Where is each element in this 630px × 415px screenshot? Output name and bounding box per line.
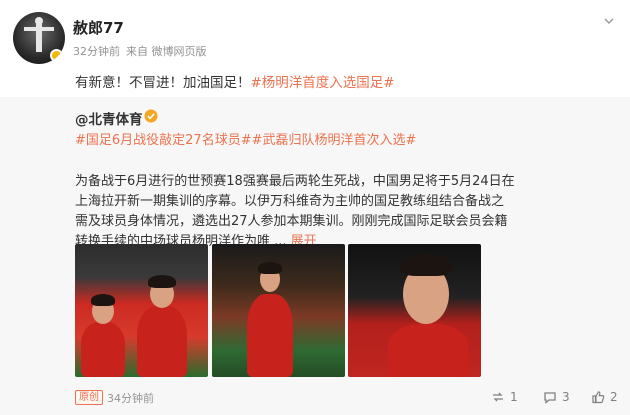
original-badge: 原创: [75, 390, 103, 405]
player-figure: [247, 294, 293, 377]
repost-block[interactable]: @北青体育 #国足6月战役敲定27名球员##武磊归队杨明洋首次入选# 为备战于6…: [0, 97, 630, 415]
player-figure: [137, 306, 187, 377]
post-hashtag[interactable]: #杨明洋首度入选国足#: [251, 75, 395, 91]
repost-hashtags[interactable]: #国足6月战役敲定27名球员##武磊归队杨明洋首次入选#: [75, 129, 416, 148]
repost-count: 1: [510, 390, 518, 404]
verified-badge-icon: [144, 109, 158, 123]
repost-icon: [493, 392, 503, 402]
post-text-content: 有新意！不冒进！加油国足！: [75, 75, 251, 91]
comment-button[interactable]: 3: [543, 390, 570, 404]
like-count: 2: [610, 390, 618, 404]
chevron-down-icon[interactable]: [602, 14, 616, 28]
avatar[interactable]: [13, 12, 65, 64]
post-meta: 32分钟前 来自 微博网页版: [73, 43, 207, 59]
like-icon: [592, 391, 605, 404]
username[interactable]: 赦郎77: [73, 17, 124, 38]
player-hair: [148, 275, 176, 288]
player-hair: [91, 294, 115, 306]
post-text: 有新意！不冒进！加油国足！#杨明洋首度入选国足#: [75, 71, 395, 91]
player-figure: [388, 324, 468, 377]
comment-count: 3: [562, 390, 570, 404]
player-hair: [400, 254, 452, 276]
post-time[interactable]: 32分钟前: [73, 45, 120, 58]
photo-3[interactable]: [348, 244, 481, 377]
repost-time[interactable]: 34分钟前: [107, 390, 154, 406]
weibo-post-card: 赦郎77 32分钟前 来自 微博网页版 有新意！不冒进！加油国足！#杨明洋首度入选…: [0, 0, 630, 415]
photo-2[interactable]: [212, 244, 345, 377]
post-source: 来自 微博网页版: [126, 45, 207, 58]
repost-button[interactable]: 1: [491, 390, 518, 404]
player-figure: [81, 322, 125, 377]
repost-body: 为备战于6月进行的世预赛18强赛最后两轮生死战，中国男足将于5月24日在上海拉开…: [75, 172, 515, 252]
avatar-badge-icon: [50, 49, 63, 62]
repost-author[interactable]: @北青体育: [75, 108, 143, 128]
like-button[interactable]: 2: [591, 390, 618, 404]
statue-body: [36, 22, 42, 52]
player-hair: [258, 262, 282, 274]
comment-icon: [544, 392, 556, 404]
photo-1[interactable]: [75, 244, 208, 377]
